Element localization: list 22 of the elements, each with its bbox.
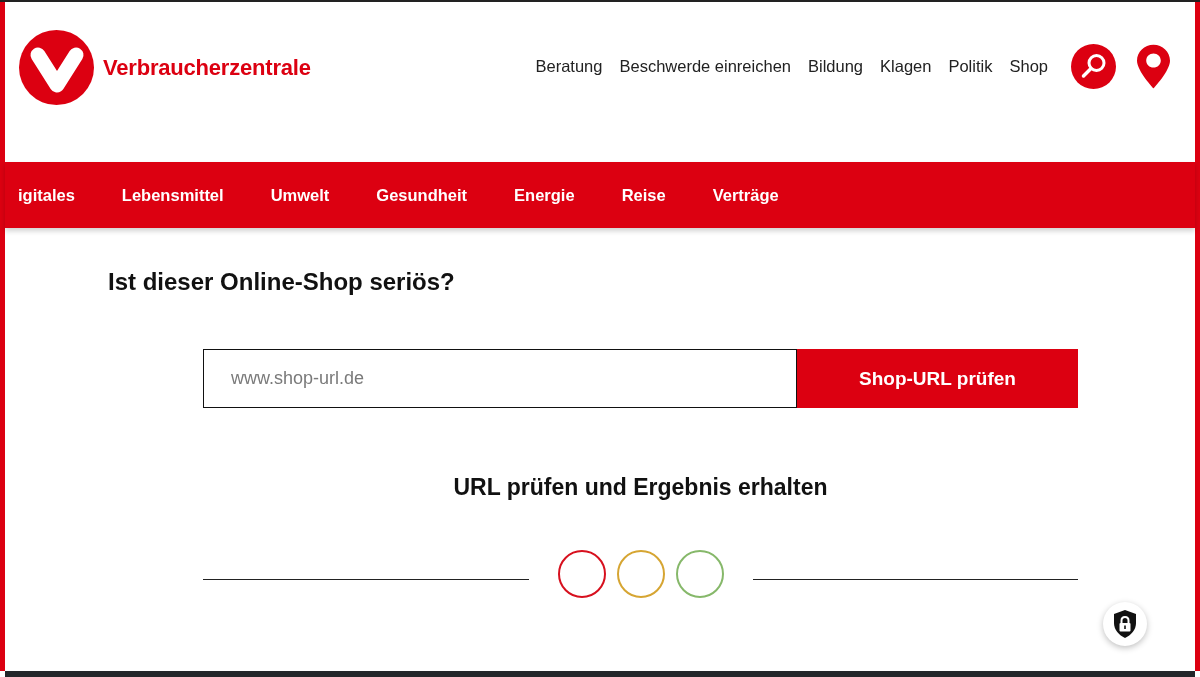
url-input-field[interactable]: www.shop-url.de bbox=[203, 349, 797, 408]
search-icon[interactable] bbox=[1071, 44, 1116, 89]
nav-link[interactable]: Klagen bbox=[880, 57, 932, 76]
nav-link[interactable]: Beschwerde einreichen bbox=[619, 57, 791, 76]
category-link[interactable]: Energie bbox=[514, 185, 575, 205]
category-link[interactable]: Umwelt bbox=[270, 185, 330, 205]
category-link[interactable]: igitales bbox=[18, 185, 75, 205]
result-heading: URL prüfen und Ergebnis erhalten bbox=[453, 473, 828, 502]
section-title: Ist dieser Online-Shop seriös? bbox=[108, 268, 455, 296]
logo-v-icon[interactable] bbox=[19, 30, 94, 105]
nav-link[interactable]: Bildung bbox=[808, 57, 864, 76]
category-link[interactable]: Lebensmittel bbox=[121, 185, 224, 205]
nav-link[interactable]: Politik bbox=[948, 57, 993, 76]
category-link[interactable]: Reise bbox=[621, 185, 666, 205]
nav-link[interactable]: Beratung bbox=[535, 57, 603, 76]
check-url-button[interactable]: Shop-URL prüfen bbox=[797, 349, 1078, 408]
shield-lock-icon[interactable] bbox=[1103, 602, 1147, 646]
category-link[interactable]: Gesundheit bbox=[376, 185, 468, 205]
category-link[interactable]: Verträge bbox=[712, 185, 779, 205]
location-pin-icon[interactable] bbox=[1137, 44, 1170, 89]
logo-text[interactable]: Verbraucherzentrale bbox=[103, 54, 311, 81]
nav-link[interactable]: Shop bbox=[1009, 57, 1048, 76]
